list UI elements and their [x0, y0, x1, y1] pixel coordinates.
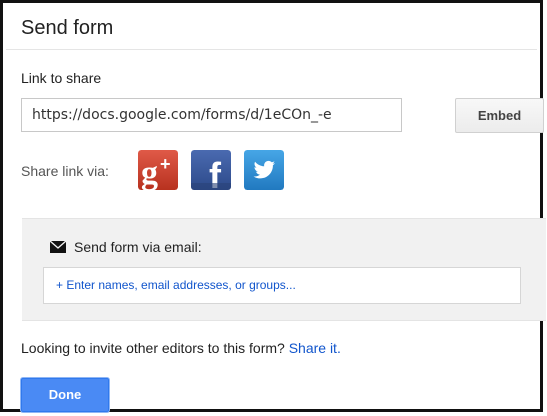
invite-editors-label: Looking to invite other editors to this … [21, 340, 285, 356]
send-via-email-heading: Send form via email: [50, 239, 202, 255]
facebook-icon: f [191, 150, 231, 190]
svg-text:g: g [141, 155, 158, 190]
google-plus-share-button[interactable]: g + [138, 150, 178, 190]
google-plus-icon: g + [138, 150, 178, 190]
title-divider [6, 49, 537, 50]
dialog-title: Send form [21, 17, 114, 39]
share-link-via-label: Share link via: [21, 163, 109, 179]
link-to-share-label: Link to share [21, 70, 102, 86]
embed-button[interactable]: Embed [455, 98, 544, 133]
invite-editors-text: Looking to invite other editors to this … [21, 340, 341, 356]
svg-text:+: + [160, 154, 171, 174]
done-button[interactable]: Done [21, 378, 109, 412]
send-form-dialog: Send form Link to share https://docs.goo… [0, 0, 546, 412]
email-recipients-input[interactable]: + Enter names, email addresses, or group… [43, 267, 521, 304]
envelope-icon [50, 241, 66, 253]
share-it-link[interactable]: Share it. [289, 340, 341, 356]
facebook-share-button[interactable]: f [191, 150, 231, 190]
share-link-field[interactable]: https://docs.google.com/forms/d/1eCOn_-e [21, 98, 402, 132]
twitter-share-button[interactable] [244, 150, 284, 190]
email-panel: Send form via email: + Enter names, emai… [22, 218, 546, 321]
send-via-email-label: Send form via email: [74, 239, 202, 255]
twitter-icon [244, 150, 284, 190]
